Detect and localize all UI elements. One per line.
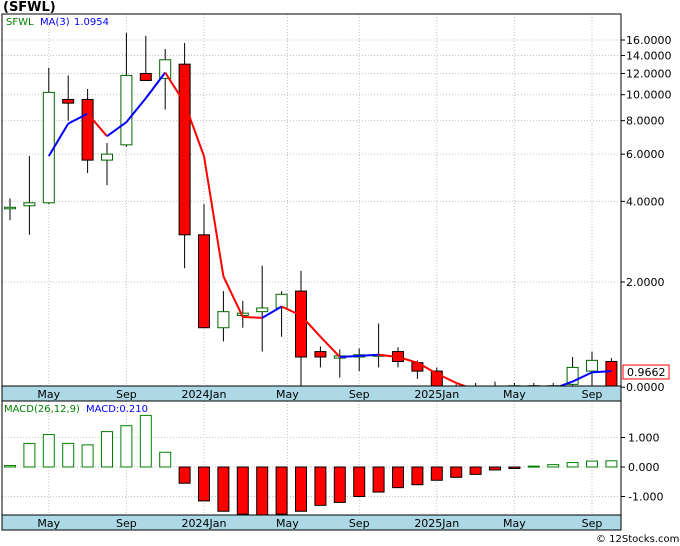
macd-bar-positive <box>527 465 540 468</box>
macd-bar-negative <box>333 466 346 503</box>
macd-bar-negative <box>198 466 210 502</box>
price-x-tick-label: May <box>37 388 60 401</box>
candle-body <box>23 202 36 207</box>
price-x-tick-label: 2024Jan <box>182 388 227 401</box>
price-y-tick-label: 4.0000 <box>626 195 665 208</box>
price-x-tick-label: May <box>276 388 299 401</box>
legend-ma-label: MA(3) <box>40 17 70 28</box>
macd-x-tick-label: 2024Jan <box>182 517 227 530</box>
price-x-tick-label: Sep <box>582 388 603 401</box>
macd-bar-negative <box>450 466 463 478</box>
macd-x-tick-label: Sep <box>349 517 370 530</box>
ma-segment <box>591 370 612 374</box>
candle-down <box>605 358 618 391</box>
macd-bar-negative <box>217 466 230 512</box>
macd-y-tick-label: 0.000 <box>628 461 660 474</box>
macd-x-tick-label: May <box>503 517 526 530</box>
macd-bar-positive <box>42 434 55 468</box>
ma-segment <box>242 316 263 319</box>
price-x-tick-label: 2025Jan <box>414 388 459 401</box>
macd-bar-positive <box>81 444 94 468</box>
macd-bar-positive <box>120 425 133 468</box>
price-x-tick-label: Sep <box>349 388 370 401</box>
macd-x-tick-label: Sep <box>582 517 603 530</box>
candle-body <box>120 74 133 146</box>
price-x-tick-label: May <box>503 388 526 401</box>
macd-bar-positive <box>586 460 598 468</box>
macd-bar-negative <box>178 466 191 484</box>
candle-body <box>217 311 230 329</box>
macd-y-tick-label: 1.000 <box>628 432 660 445</box>
macd-bar-positive <box>605 460 618 468</box>
candle-body <box>159 59 172 79</box>
macd-bar-positive <box>547 464 560 468</box>
candle-body <box>295 290 307 358</box>
macd-bar-negative <box>236 466 249 515</box>
macd-x-tick-label: May <box>37 517 60 530</box>
macd-bar-negative <box>469 466 482 475</box>
candle-body <box>139 72 152 81</box>
candle-body <box>101 153 113 161</box>
macd-bar-positive <box>566 462 579 468</box>
candle-body <box>198 234 210 329</box>
macd-bar-positive <box>159 451 172 468</box>
macd-bar-positive <box>62 442 75 468</box>
candle-down <box>178 42 191 269</box>
copyright: © 12Stocks.com <box>596 534 679 545</box>
macd-legend-value: MACD:0.210 <box>86 404 148 415</box>
macd-bar-negative <box>430 466 443 481</box>
macd-bar-negative <box>508 466 521 469</box>
macd-x-tick-label: May <box>276 517 299 530</box>
ma-segment <box>359 353 379 357</box>
macd-x-axis-band <box>1 514 622 531</box>
legend-ticker: SFWL <box>6 17 34 28</box>
last-value-label: 0.9662 <box>627 366 666 379</box>
candle-body <box>42 91 55 204</box>
macd-bar-negative <box>392 466 404 489</box>
price-y-tick-label: 14.0000 <box>626 50 672 63</box>
macd-bar-positive <box>139 414 152 468</box>
macd-bar-negative <box>411 466 424 486</box>
macd-bar-negative <box>372 466 385 493</box>
candle-body <box>275 293 288 309</box>
candle-body <box>314 351 327 358</box>
price-y-tick-label: 2.0000 <box>626 276 665 289</box>
macd-bar-negative <box>256 466 269 516</box>
price-y-tick-label: 0.0000 <box>626 381 665 394</box>
macd-legend-label: MACD(26,12,9) <box>4 404 80 415</box>
macd-bar-positive <box>23 442 36 468</box>
candle-down <box>81 89 94 174</box>
candle-body <box>81 98 94 161</box>
macd-y-tick-label: -1.000 <box>628 491 663 504</box>
price-x-axis-band <box>1 385 622 402</box>
price-y-tick-label: 10.0000 <box>626 89 672 102</box>
price-x-tick-label: Sep <box>116 388 137 401</box>
stock-chart: 16.0000 14.0000 12.0000 10.0000 8.0000 6.0000… <box>0 0 680 546</box>
legend-ma-value: 1.0954 <box>74 17 109 28</box>
candle-body <box>256 307 269 313</box>
price-y-tick-label: 8.0000 <box>626 115 665 128</box>
price-y-tick-label: 12.0000 <box>626 67 672 80</box>
macd-x-tick-label: Sep <box>116 517 137 530</box>
price-y-tick-label: 6.0000 <box>626 148 665 161</box>
macd-bar-negative <box>275 466 288 515</box>
macd-bar-negative <box>489 466 501 471</box>
candle-body <box>586 359 598 372</box>
macd-x-tick-label: 2025Jan <box>414 517 459 530</box>
macd-bar-negative <box>353 466 366 497</box>
candle-body <box>4 206 16 210</box>
macd-bar-negative <box>295 466 307 512</box>
last-value-box: 0.9662 <box>622 364 670 380</box>
macd-bar-positive <box>101 431 113 468</box>
chart-title: (SFWL) <box>3 0 56 15</box>
price-y-tick-label: 16.0000 <box>626 34 672 47</box>
macd-bar-positive <box>4 465 16 468</box>
candle-body <box>178 63 191 236</box>
ma-segment <box>339 354 360 358</box>
candle-body <box>62 98 75 104</box>
macd-bar-negative <box>314 466 327 506</box>
macd-y-axis: 1.000 0.000 -1.000 <box>621 432 663 504</box>
